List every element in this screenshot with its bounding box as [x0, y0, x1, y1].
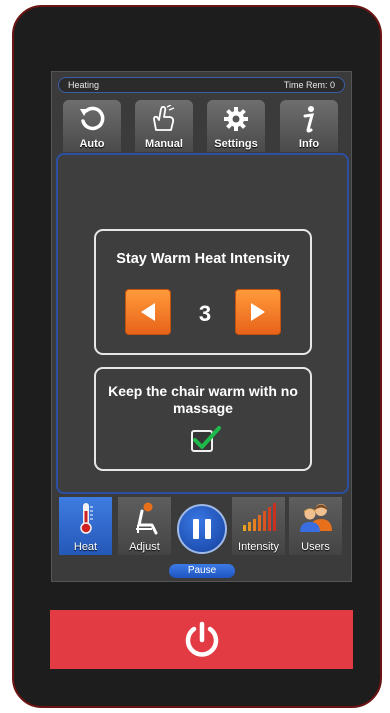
pause-label[interactable]: Pause: [169, 564, 235, 578]
heat-intensity-title: Stay Warm Heat Intensity: [116, 251, 290, 267]
checkmark-icon: [193, 426, 221, 449]
intensity-bars-icon: [242, 503, 276, 531]
increase-intensity-button[interactable]: [235, 289, 281, 335]
tab-settings-label: Settings: [214, 138, 258, 150]
heat-intensity-value: 3: [198, 301, 212, 326]
gear-icon: [224, 107, 248, 131]
decrease-intensity-button[interactable]: [125, 289, 171, 335]
tab-adjust-label: Adjust: [129, 541, 160, 553]
arrow-right-icon: [251, 303, 265, 321]
thermometer-icon: [79, 503, 93, 534]
heat-intensity-card: Stay Warm Heat Intensity 3: [94, 229, 312, 355]
arrow-left-icon: [141, 303, 155, 321]
stay-warm-label: Keep the chair warm with no massage: [108, 383, 298, 416]
heat-panel: Stay Warm Heat Intensity 3 Keep the chai…: [56, 153, 349, 494]
tab-info-label: Info: [298, 138, 320, 150]
tab-auto-label: Auto: [79, 138, 105, 150]
stay-warm-card: Keep the chair warm with no massage: [94, 367, 312, 471]
pause-icon-bar-left: [193, 519, 199, 539]
tab-intensity[interactable]: Intensity: [232, 497, 285, 555]
refresh-icon: [80, 106, 105, 131]
users-icon: [299, 504, 332, 532]
tab-users-label: Users: [301, 541, 330, 553]
chair-adjust-icon: [135, 502, 157, 535]
tab-users[interactable]: Users: [289, 497, 342, 555]
tab-manual[interactable]: Manual: [135, 100, 193, 152]
touch-screen: Heating Time Rem: 0 Auto Manual Settings…: [51, 71, 352, 582]
tab-manual-label: Manual: [145, 138, 183, 150]
hand-pointer-icon: [153, 105, 175, 131]
power-button[interactable]: [50, 610, 353, 669]
tab-info[interactable]: Info: [280, 100, 338, 152]
tab-heat[interactable]: Heat: [59, 497, 112, 555]
tab-heat-label: Heat: [73, 541, 98, 553]
stay-warm-checkbox[interactable]: [191, 426, 221, 452]
pause-icon-bar-right: [205, 519, 211, 539]
tab-adjust[interactable]: Adjust: [118, 497, 171, 555]
mode-status: Heating: [68, 80, 100, 90]
time-remaining: Time Rem: 0: [283, 80, 335, 90]
tab-settings[interactable]: Settings: [207, 100, 265, 152]
info-icon: [303, 106, 315, 133]
status-bar: Heating Time Rem: 0: [58, 77, 345, 93]
power-icon: [185, 621, 218, 657]
tab-auto[interactable]: Auto: [63, 100, 121, 152]
pause-button[interactable]: [177, 504, 227, 554]
tab-intensity-label: Intensity: [238, 541, 279, 553]
